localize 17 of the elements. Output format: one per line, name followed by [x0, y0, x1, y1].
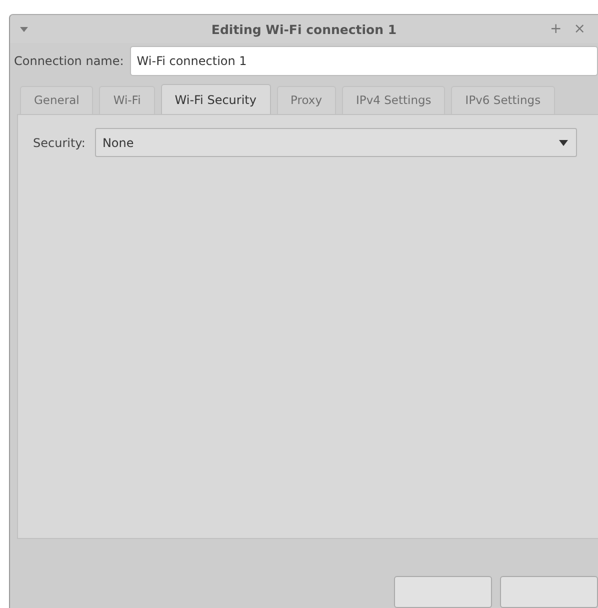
tab[interactable]: IPv6 Settings — [451, 86, 555, 114]
field-label: Security: — [33, 136, 86, 150]
tab[interactable]: Proxy — [276, 86, 336, 114]
connection-name-field[interactable]: Wi-Fi connection 1 — [130, 46, 598, 76]
menu-icon[interactable] — [20, 26, 28, 32]
tab[interactable]: Wi-Fi Security — [160, 84, 270, 114]
tab[interactable]: Wi-Fi — [99, 86, 155, 114]
caret-icon — [559, 140, 568, 146]
dialog-button[interactable] — [500, 576, 598, 608]
window-control[interactable]: × — [574, 21, 586, 38]
security-dropdown[interactable]: None — [95, 128, 578, 158]
window-title: Editing Wi-Fi connection 1 — [210, 22, 398, 37]
field-label: Connection name: — [14, 54, 124, 68]
dialog-button[interactable] — [394, 576, 492, 608]
tab[interactable]: General — [20, 86, 94, 114]
window-control[interactable]: + — [550, 21, 562, 38]
tab[interactable]: IPv4 Settings — [342, 86, 446, 114]
